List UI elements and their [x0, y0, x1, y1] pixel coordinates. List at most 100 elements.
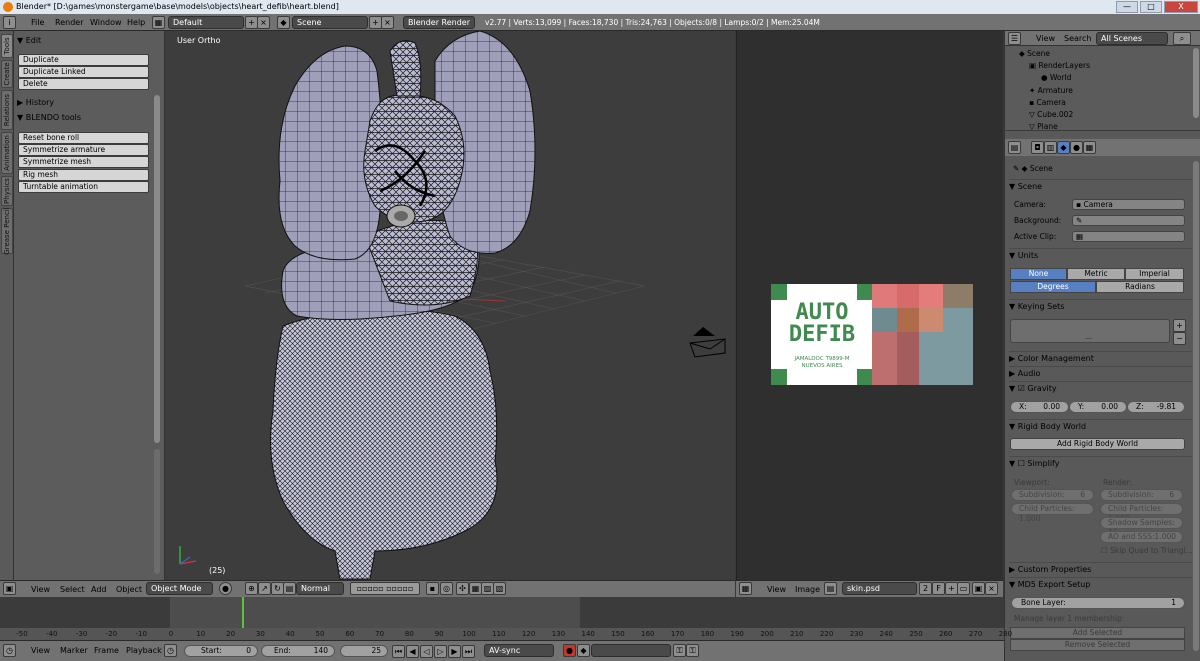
- duplicate-button[interactable]: Duplicate: [18, 54, 149, 66]
- orientation-select[interactable]: Normal: [296, 582, 344, 595]
- prev-key-icon[interactable]: ◀: [406, 645, 419, 658]
- outliner-type-icon[interactable]: ☰: [1008, 32, 1021, 45]
- keying-sets-list[interactable]: —: [1010, 319, 1170, 343]
- lock-icon[interactable]: ▪: [426, 582, 439, 595]
- keying-set-field[interactable]: [591, 644, 671, 657]
- background-field[interactable]: ✎: [1072, 215, 1185, 226]
- tab-tools[interactable]: Tools: [1, 34, 13, 58]
- outliner-item-plane[interactable]: ▽ Plane: [1005, 121, 1195, 130]
- bone-layer-field[interactable]: Bone Layer: 1: [1011, 597, 1185, 609]
- end-frame-field[interactable]: End: 140: [261, 645, 335, 657]
- rotation-radians-button[interactable]: Radians: [1096, 281, 1184, 293]
- next-key-icon[interactable]: ▶: [448, 645, 461, 658]
- timeline-menu-playback[interactable]: Playback: [126, 641, 162, 660]
- outliner-item-camera[interactable]: ▪ Camera: [1005, 97, 1195, 109]
- outliner-filter-select[interactable]: All Scenes: [1096, 32, 1168, 45]
- tab-create[interactable]: Create: [1, 60, 13, 88]
- remove-keying-set-button[interactable]: −: [1173, 332, 1186, 345]
- outliner-menu-view[interactable]: View: [1036, 31, 1055, 46]
- history-panel-header[interactable]: ▶ History: [17, 96, 54, 110]
- shading-sphere-icon[interactable]: ●: [219, 582, 232, 595]
- add-keying-set-button[interactable]: +: [1173, 319, 1186, 332]
- pin-icon[interactable]: ▣: [972, 582, 985, 595]
- outliner-item-armature[interactable]: ✦ Armature: [1005, 85, 1195, 97]
- tab-animation[interactable]: Animation: [1, 132, 13, 174]
- scene-select[interactable]: Scene: [292, 16, 368, 29]
- duplicate-linked-button[interactable]: Duplicate Linked: [18, 66, 149, 78]
- active-clip-field[interactable]: ▦: [1072, 231, 1185, 242]
- remove-layout-button[interactable]: ×: [257, 16, 270, 29]
- start-frame-field[interactable]: Start: 0: [184, 645, 258, 657]
- gravity-x-field[interactable]: X: 0.00: [1010, 401, 1069, 413]
- proportional-icon[interactable]: ◎: [440, 582, 453, 595]
- play-icon[interactable]: ▷: [434, 645, 447, 658]
- outliner-scrollbar[interactable]: [1193, 48, 1199, 118]
- image-editor-type-icon[interactable]: ▦: [739, 582, 752, 595]
- viewport-subdivision-field[interactable]: Subdivision: 6: [1011, 489, 1094, 501]
- image-browse-icon[interactable]: ▤: [824, 582, 837, 595]
- unit-none-button[interactable]: None: [1010, 268, 1067, 280]
- symmetrize-armature-button[interactable]: Symmetrize armature: [18, 144, 149, 156]
- simplify-header[interactable]: ▼ ☐ Simplify: [1009, 456, 1192, 469]
- object-tab-icon[interactable]: ▦: [1083, 141, 1096, 154]
- rig-mesh-button[interactable]: Rig mesh: [18, 169, 149, 181]
- delete-keyframe-icon[interactable]: ⚿: [686, 644, 699, 657]
- gravity-y-field[interactable]: Y: 0.00: [1069, 401, 1127, 413]
- scene-tab-icon[interactable]: ◆: [1057, 141, 1070, 154]
- close-button[interactable]: X: [1164, 1, 1198, 13]
- audio-header[interactable]: ▶ Audio: [1009, 366, 1192, 379]
- outliner-menu-search[interactable]: Search: [1064, 31, 1091, 46]
- manipulator-icon[interactable]: ↗: [258, 582, 271, 595]
- units-section-header[interactable]: ▼ Units: [1009, 248, 1192, 261]
- viewport-child-particles-field[interactable]: Child Particles: 1.000: [1011, 503, 1094, 523]
- color-management-header[interactable]: ▶ Color Management: [1009, 351, 1192, 364]
- outliner[interactable]: ☰ View Search All Scenes ⌕ ◆ Scene ▣ Ren…: [1004, 31, 1200, 130]
- image-users-count[interactable]: 2: [919, 582, 932, 595]
- image-menu-image[interactable]: Image: [795, 581, 820, 598]
- pivot-icon[interactable]: ⊕: [245, 582, 258, 595]
- menu-add[interactable]: Add: [91, 581, 107, 598]
- maximize-button[interactable]: □: [1140, 1, 1162, 13]
- layer-buttons[interactable]: ▫▫▫▫▫ ▫▫▫▫▫: [350, 582, 420, 595]
- menu-select[interactable]: Select: [60, 581, 85, 598]
- camera-field[interactable]: ▪ Camera: [1072, 199, 1185, 210]
- sync-mode-select[interactable]: AV-sync: [484, 644, 554, 657]
- image-menu-view[interactable]: View: [767, 581, 786, 598]
- menu-object[interactable]: Object: [116, 581, 142, 598]
- current-frame-field[interactable]: 25: [340, 645, 388, 657]
- unlink-icon[interactable]: ×: [985, 582, 998, 595]
- jump-start-icon[interactable]: ⏮: [392, 645, 405, 658]
- tab-grease-pencil[interactable]: Grease Pencil: [1, 207, 13, 255]
- 3d-viewport[interactable]: User Ortho (25): [165, 31, 735, 580]
- snap-icon[interactable]: ✣: [456, 582, 469, 595]
- render-tab-icon[interactable]: ◘: [1031, 141, 1044, 154]
- add-rigid-body-world-button[interactable]: Add Rigid Body World: [1010, 438, 1185, 450]
- remove-scene-button[interactable]: ×: [381, 16, 394, 29]
- keyframe-type-icon[interactable]: ◆: [577, 644, 590, 657]
- properties-scrollbar[interactable]: [1193, 161, 1199, 651]
- unit-metric-button[interactable]: Metric: [1067, 268, 1125, 280]
- gravity-z-field[interactable]: Z: -9.81: [1127, 401, 1185, 413]
- edit-panel-header[interactable]: ▼ Edit: [17, 34, 41, 48]
- layout-select[interactable]: Default: [168, 16, 244, 29]
- properties-editor[interactable]: ▤ ◘ ▥ ◆ ● ▦ ✎ ◆ Scene ▼ Scene Camera: ▪ …: [1004, 131, 1200, 661]
- menu-window[interactable]: Window: [90, 14, 122, 31]
- outliner-item-cube002[interactable]: ▽ Cube.002: [1005, 109, 1195, 121]
- scene-icon[interactable]: ◆: [277, 16, 290, 29]
- rotation-degrees-button[interactable]: Degrees: [1010, 281, 1096, 293]
- blendo-panel-header[interactable]: ▼ BLENDO tools: [17, 111, 81, 125]
- scene-section-header[interactable]: ▼ Scene: [1009, 179, 1192, 192]
- add-selected-button[interactable]: Add Selected: [1010, 627, 1185, 639]
- render-engine-select[interactable]: Blender Render: [403, 16, 475, 29]
- unit-imperial-button[interactable]: Imperial: [1125, 268, 1184, 280]
- insert-keyframe-icon[interactable]: ⚿: [673, 644, 686, 657]
- outliner-item-world[interactable]: ● World: [1005, 72, 1195, 84]
- minimize-button[interactable]: —: [1116, 1, 1138, 13]
- menu-file[interactable]: File: [31, 14, 44, 31]
- opengl-render-icon[interactable]: ▧: [493, 582, 506, 595]
- timeline-menu-marker[interactable]: Marker: [60, 641, 88, 660]
- preview-range-icon[interactable]: ◷: [164, 644, 177, 657]
- custom-properties-header[interactable]: ▶ Custom Properties: [1009, 562, 1192, 575]
- editor-type-icon[interactable]: i: [3, 16, 16, 29]
- world-tab-icon[interactable]: ●: [1070, 141, 1083, 154]
